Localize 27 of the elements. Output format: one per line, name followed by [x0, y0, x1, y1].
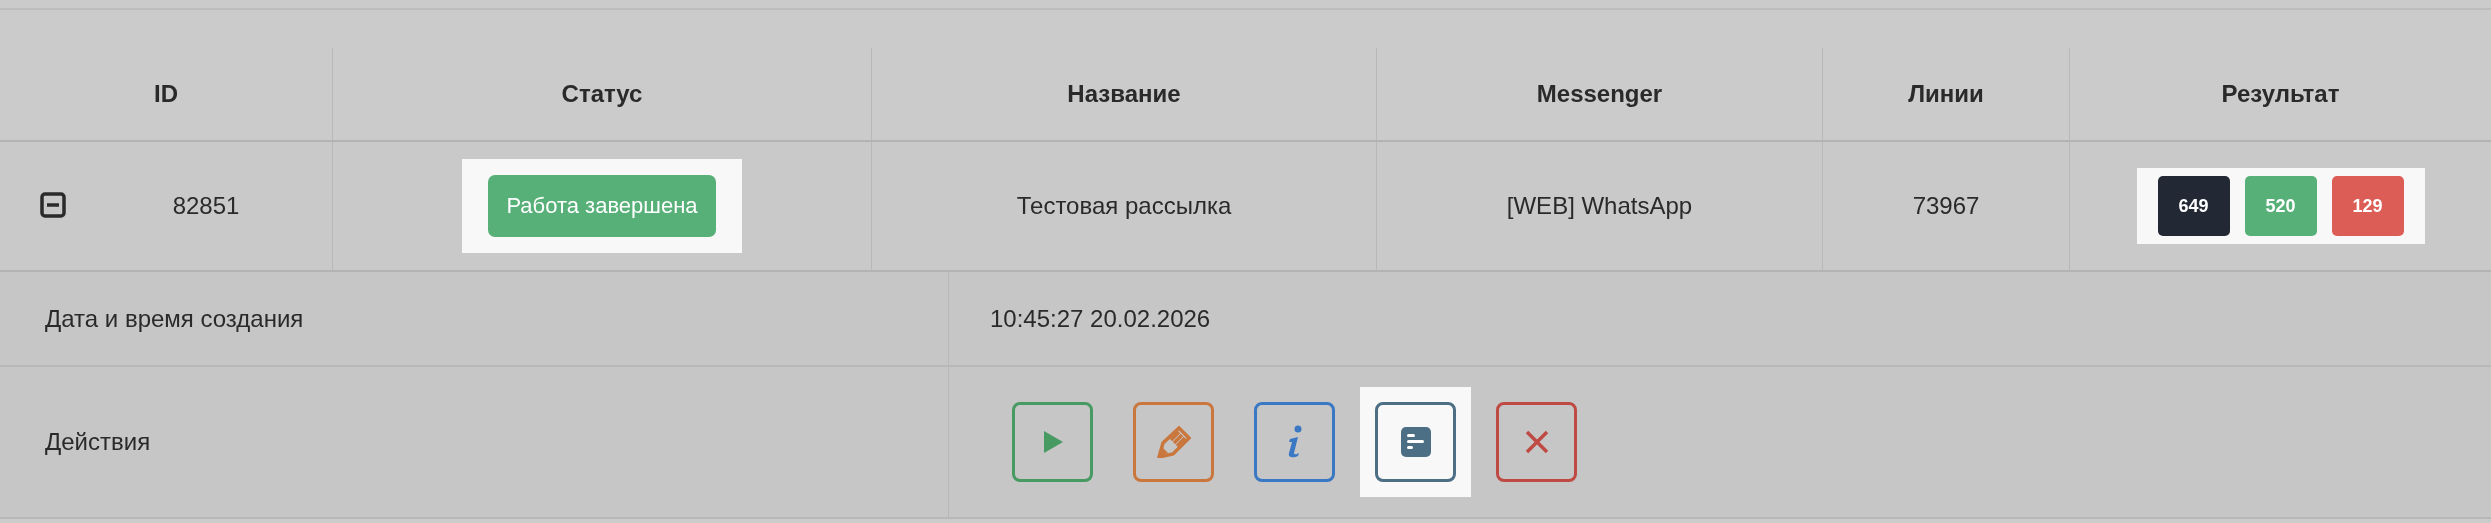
report-icon	[1400, 427, 1431, 457]
column-header: ID	[154, 79, 178, 109]
column-header: Messenger	[1536, 79, 1663, 109]
status-badge: Работа завершена	[488, 175, 716, 237]
collapse-icon[interactable]	[40, 192, 66, 218]
name-text: Тестовая рассылка	[1016, 191, 1232, 221]
messenger-text: [WEB] WhatsApp	[1506, 191, 1693, 221]
play-button[interactable]	[1012, 402, 1093, 482]
column-header: Результат	[2221, 79, 2340, 109]
close-icon	[1524, 430, 1549, 454]
edit-button[interactable]	[1133, 402, 1214, 482]
play-icon	[1041, 430, 1064, 454]
result-count-badge: 649	[2157, 176, 2230, 236]
column-header: Статус	[561, 79, 643, 109]
column-header: Название	[1067, 79, 1181, 109]
pencil-icon	[1156, 426, 1191, 458]
detail-value: 10:45:27 20.02.2026	[990, 303, 1211, 334]
id-text: 82851	[172, 191, 240, 221]
detail-label: Дата и время создания	[45, 303, 304, 334]
result-count-badge: 520	[2244, 176, 2317, 236]
info-button[interactable]	[1254, 402, 1335, 482]
result-count-badge: 129	[2331, 176, 2404, 236]
lines-text: 73967	[1912, 191, 1980, 221]
column-header: Линии	[1908, 79, 1984, 109]
report-button[interactable]	[1375, 402, 1456, 482]
delete-button[interactable]	[1496, 402, 1577, 482]
detail-label: Действия	[45, 427, 151, 457]
